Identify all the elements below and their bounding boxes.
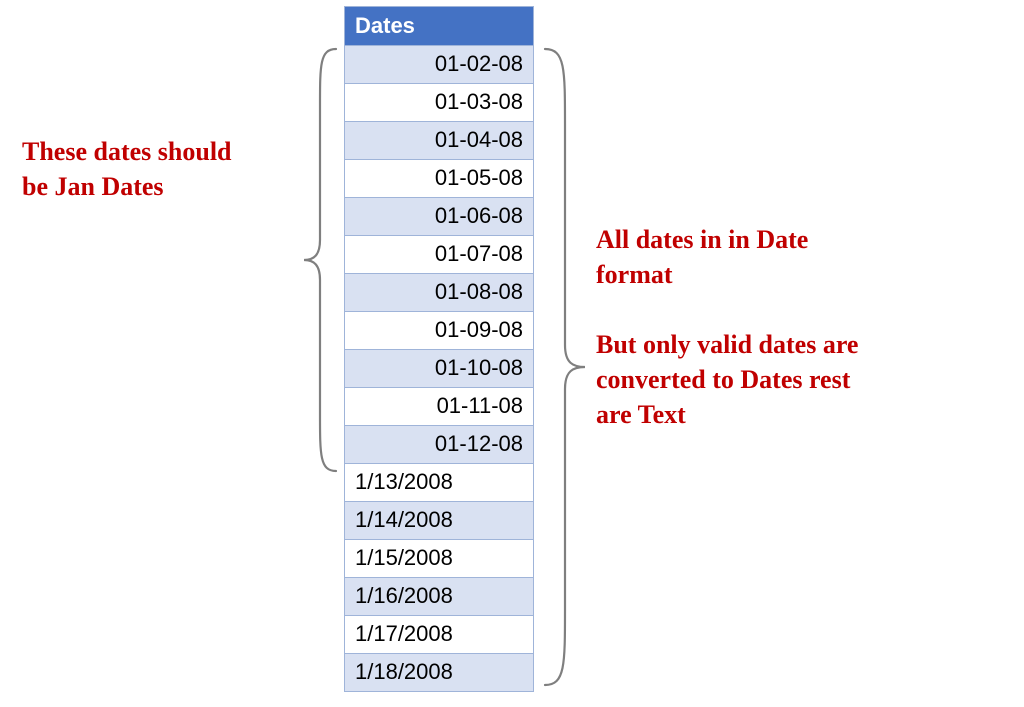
date-cell: 01-11-08 bbox=[345, 388, 534, 426]
dates-table: Dates 01-02-08 01-03-08 01-04-08 01-05-0… bbox=[344, 6, 534, 692]
date-cell: 01-07-08 bbox=[345, 236, 534, 274]
date-cell: 01-05-08 bbox=[345, 160, 534, 198]
date-cell: 1/13/2008 bbox=[345, 464, 534, 502]
table-row: 01-03-08 bbox=[345, 84, 534, 122]
annotation-right: All dates in in Date format But only val… bbox=[596, 222, 996, 433]
date-cell: 01-06-08 bbox=[345, 198, 534, 236]
date-cell: 01-08-08 bbox=[345, 274, 534, 312]
date-cell: 01-04-08 bbox=[345, 122, 534, 160]
table-row: 01-06-08 bbox=[345, 198, 534, 236]
table-row: 1/13/2008 bbox=[345, 464, 534, 502]
annotation-left: These dates should be Jan Dates bbox=[22, 134, 322, 204]
table-row: 01-05-08 bbox=[345, 160, 534, 198]
brace-left-icon bbox=[300, 45, 340, 475]
diagram-stage: Dates 01-02-08 01-03-08 01-04-08 01-05-0… bbox=[0, 0, 1024, 707]
date-cell: 1/17/2008 bbox=[345, 616, 534, 654]
table-row: 1/18/2008 bbox=[345, 654, 534, 692]
date-cell: 1/15/2008 bbox=[345, 540, 534, 578]
date-cell: 01-10-08 bbox=[345, 350, 534, 388]
date-cell: 01-03-08 bbox=[345, 84, 534, 122]
table-row: 1/17/2008 bbox=[345, 616, 534, 654]
table-row: 1/15/2008 bbox=[345, 540, 534, 578]
date-cell: 1/18/2008 bbox=[345, 654, 534, 692]
table-row: 01-04-08 bbox=[345, 122, 534, 160]
table-row: 01-08-08 bbox=[345, 274, 534, 312]
table-row: 01-12-08 bbox=[345, 426, 534, 464]
date-cell: 01-09-08 bbox=[345, 312, 534, 350]
table-row: 01-07-08 bbox=[345, 236, 534, 274]
table-row: 01-10-08 bbox=[345, 350, 534, 388]
brace-right-icon bbox=[539, 45, 589, 689]
table-row: 01-11-08 bbox=[345, 388, 534, 426]
dates-table-body: 01-02-08 01-03-08 01-04-08 01-05-08 01-0… bbox=[345, 46, 534, 692]
date-cell: 1/16/2008 bbox=[345, 578, 534, 616]
date-cell: 01-12-08 bbox=[345, 426, 534, 464]
date-cell: 1/14/2008 bbox=[345, 502, 534, 540]
table-row: 1/16/2008 bbox=[345, 578, 534, 616]
table-row: 01-02-08 bbox=[345, 46, 534, 84]
date-cell: 01-02-08 bbox=[345, 46, 534, 84]
dates-header-cell: Dates bbox=[345, 7, 534, 46]
table-row: 1/14/2008 bbox=[345, 502, 534, 540]
table-row: 01-09-08 bbox=[345, 312, 534, 350]
